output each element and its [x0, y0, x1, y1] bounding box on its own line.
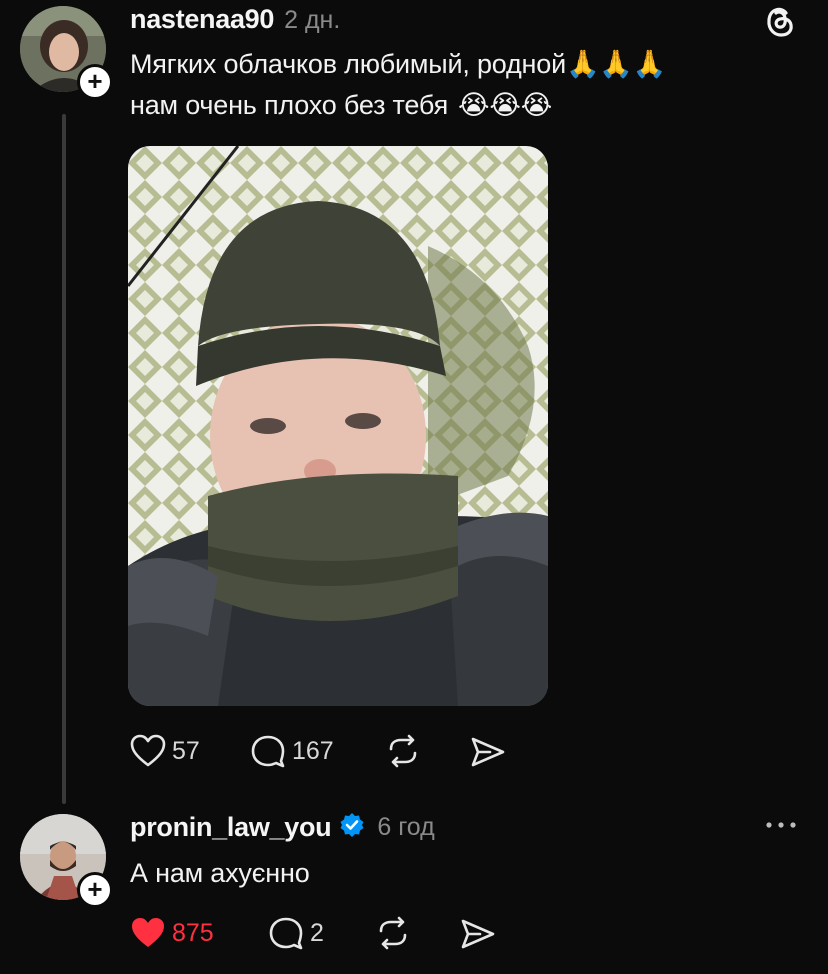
- thread-line: [62, 114, 66, 804]
- send-icon: [461, 919, 495, 949]
- repost-icon: [389, 734, 417, 768]
- post-text-line2: нам очень плохо без тебя: [130, 90, 449, 120]
- post-photo[interactable]: [128, 146, 548, 706]
- post-time: 2 дн.: [284, 6, 341, 34]
- like-count: 57: [172, 736, 200, 765]
- reply-text: А нам ахуєнно: [130, 858, 310, 888]
- praying-hands-emoji: 🙏🙏🙏: [565, 49, 667, 79]
- crying-face-emoji: 😭😭😭: [458, 90, 553, 120]
- comment-bubble-icon: [269, 917, 303, 950]
- follow-plus-button[interactable]: +: [77, 64, 113, 100]
- repost-button[interactable]: [384, 734, 422, 773]
- comment-bubble-icon: [251, 735, 285, 768]
- like-button[interactable]: 57: [130, 734, 200, 768]
- share-button[interactable]: [470, 736, 506, 773]
- more-options-icon[interactable]: [764, 810, 798, 845]
- username[interactable]: nastenaa90: [130, 4, 274, 35]
- threads-logo-icon[interactable]: [764, 4, 796, 43]
- repost-icon: [379, 916, 407, 950]
- heart-filled-icon: [132, 918, 164, 947]
- post-text-line1: Мягких облачков любимый, родной: [130, 49, 566, 79]
- reply-like-count: 875: [172, 918, 214, 947]
- reply-like-button[interactable]: 875: [130, 916, 214, 950]
- reply-time: 6 год: [377, 813, 435, 841]
- reply-count: 167: [292, 736, 334, 765]
- reply-repost-button[interactable]: [374, 916, 412, 955]
- verified-badge-icon: [339, 812, 365, 843]
- reply-share-button[interactable]: [460, 918, 496, 955]
- reply-reply-button[interactable]: 2: [268, 916, 324, 950]
- reply-reply-count: 2: [310, 918, 324, 947]
- reply-follow-plus-button[interactable]: +: [77, 872, 113, 908]
- reply-username[interactable]: pronin_law_you: [130, 812, 332, 843]
- send-icon: [471, 737, 505, 767]
- reply-button[interactable]: 167: [250, 734, 334, 768]
- heart-icon: [130, 734, 166, 767]
